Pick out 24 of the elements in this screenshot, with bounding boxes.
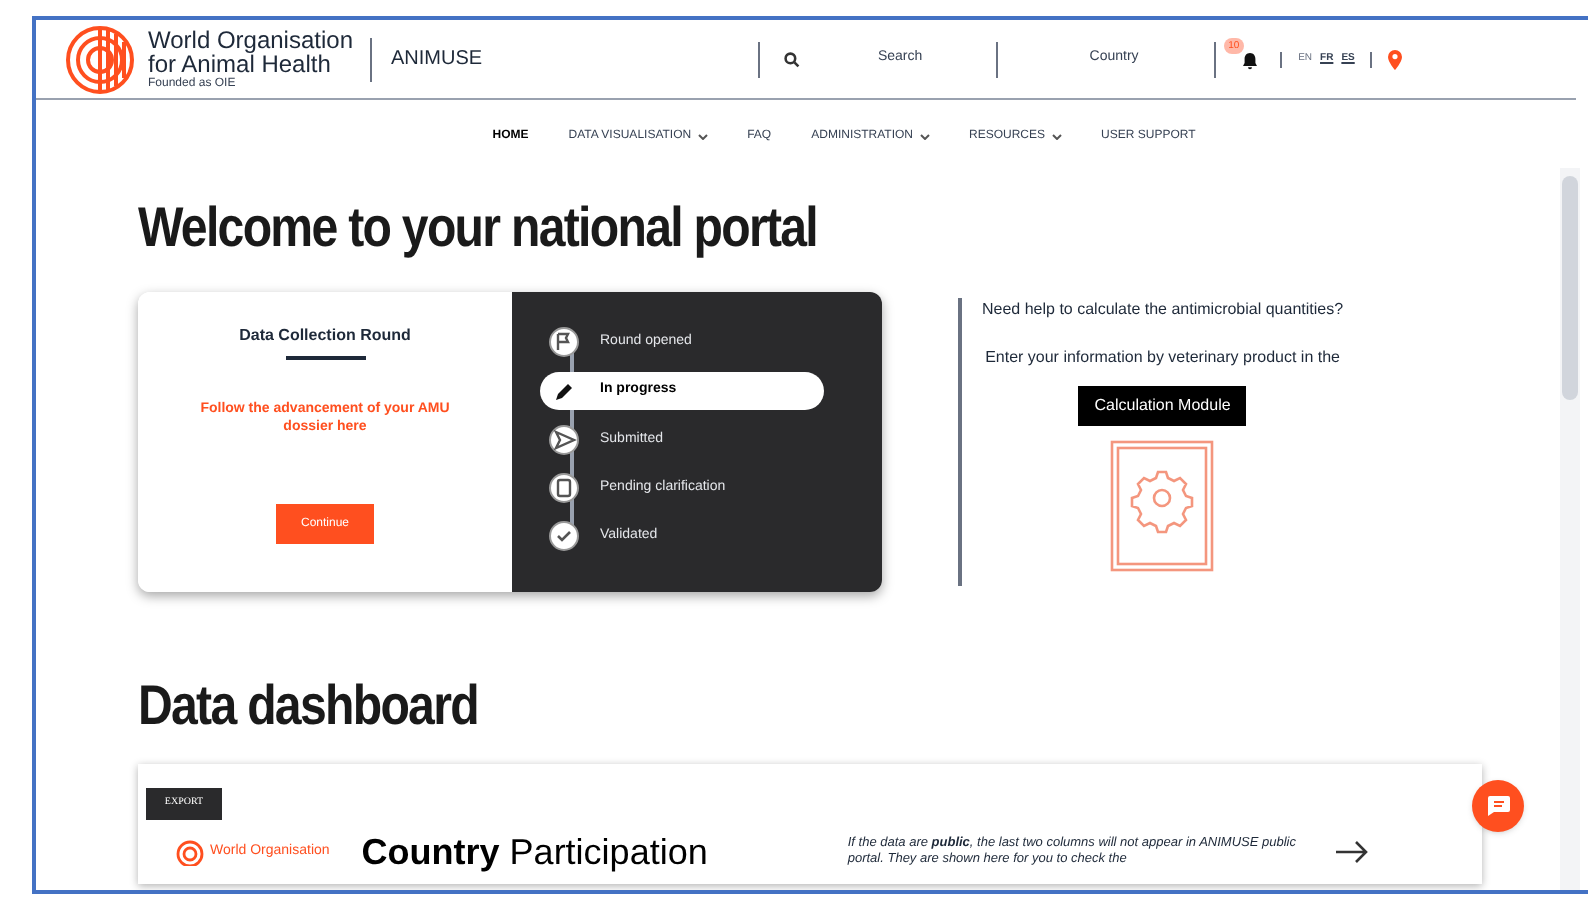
- flag-icon: [548, 326, 580, 358]
- chat-button[interactable]: [1472, 780, 1524, 832]
- bell-icon[interactable]: [1242, 51, 1259, 69]
- logo-text: World Organisation: [148, 27, 353, 51]
- page-title: Welcome to your national portal: [138, 194, 819, 262]
- location-pin-icon[interactable]: [1388, 49, 1403, 69]
- help-question: Need help to calculate the antimicrobial quantities?: [982, 298, 1344, 322]
- send-icon: [548, 424, 580, 456]
- chart-heading: Country Participation: [361, 832, 708, 872]
- section-title: Data dashboard: [138, 672, 480, 740]
- chat-icon: [1487, 796, 1509, 816]
- app-name: ANIMUSE: [391, 46, 483, 74]
- logo-icon: [64, 23, 136, 95]
- calculation-module-button[interactable]: Calculation Module: [1078, 386, 1247, 426]
- check-icon: [548, 520, 580, 552]
- logo-text: for Animal Health: [148, 51, 331, 75]
- gear-document-icon[interactable]: [1110, 440, 1215, 572]
- search-icon[interactable]: [784, 51, 801, 67]
- card-title: Data Collection Round: [239, 324, 411, 348]
- arrow-right-icon[interactable]: [1335, 840, 1368, 864]
- help-text: Enter your information by veterinary product in the: [985, 346, 1340, 370]
- logo-icon: [174, 838, 206, 866]
- scrollbar[interactable]: [1560, 168, 1580, 890]
- clipboard-icon: [548, 472, 580, 504]
